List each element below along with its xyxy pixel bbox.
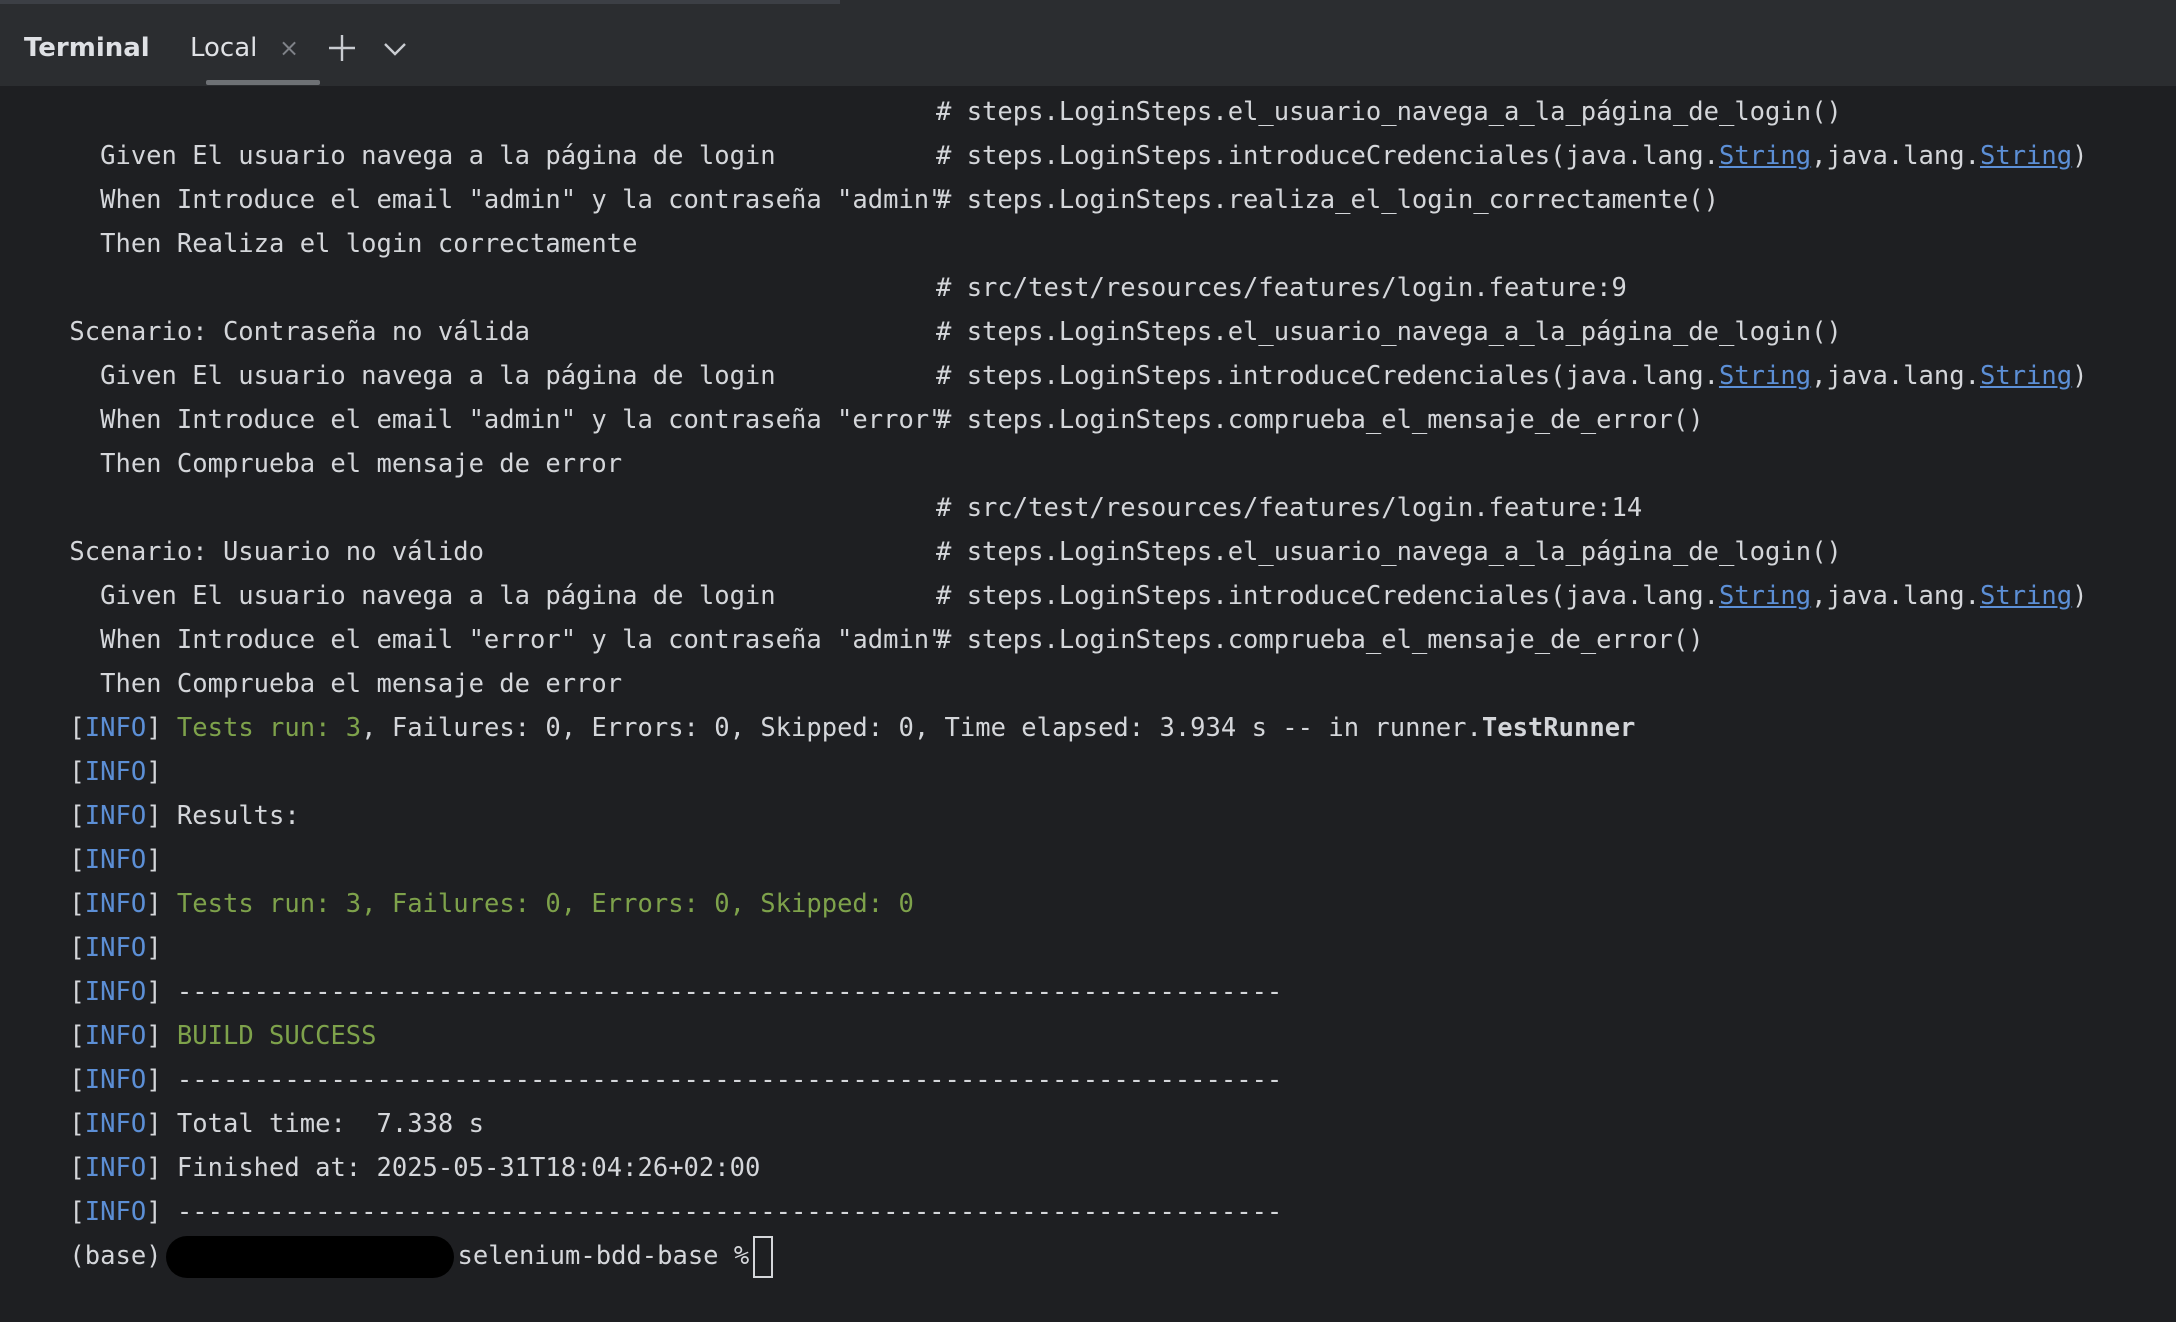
close-icon[interactable]: ×: [274, 30, 304, 66]
step-line: Then Realiza el login correctamente # st…: [8, 178, 1719, 259]
step-reference: # steps.LoginSteps.el_usuario_navega_a_l…: [936, 97, 1842, 127]
string-link[interactable]: String: [1980, 581, 2072, 611]
info-line: [INFO] Tests run: 3, Failures: 0, Errors…: [8, 838, 913, 919]
scenario-reference: # src/test/resources/features/login.feat…: [936, 493, 1643, 523]
editor-scroll-strip: [0, 0, 840, 4]
tab-local-label: Local: [190, 33, 258, 63]
terminal-output[interactable]: Given El usuario navega a la página de l…: [8, 90, 2168, 1278]
panel-title: Terminal: [24, 33, 150, 63]
ref-text: # steps.LoginSteps.introduceCredenciales…: [936, 141, 1719, 171]
info-line: [INFO]: [8, 706, 161, 787]
info-line: [INFO] ---------------------------------…: [8, 926, 1282, 1007]
current-directory: selenium-bdd-base %: [457, 1241, 750, 1271]
step-line: Then Comprueba el mensaje de error # ste…: [8, 398, 1704, 479]
step-reference: # steps.LoginSteps.introduceCredenciales…: [936, 354, 2087, 398]
step-reference: # steps.LoginSteps.el_usuario_navega_a_l…: [936, 537, 1842, 567]
tests-run-label: Tests run: 3: [161, 713, 362, 743]
ref-text: ): [2072, 141, 2088, 171]
info-line: [INFO] Results:: [8, 750, 299, 831]
step-line: Given El usuario navega a la página de l…: [8, 90, 1842, 171]
info-line: [INFO] Total time: 7.338 s: [8, 1058, 484, 1139]
string-link[interactable]: String: [1719, 581, 1811, 611]
info-line: [INFO] Tests run: 3, Failures: 0, Errors…: [8, 662, 1635, 743]
step-line: When Introduce el email "error" y la con…: [8, 574, 2087, 655]
ref-text: ): [2072, 361, 2088, 391]
step-line: Given El usuario navega a la página de l…: [8, 530, 1842, 611]
plus-icon[interactable]: [326, 32, 358, 64]
string-link[interactable]: String: [1719, 361, 1811, 391]
step-reference: # steps.LoginSteps.introduceCredenciales…: [936, 574, 2087, 618]
ref-text: ,java.lang.: [1811, 361, 1980, 391]
info-line: [INFO]: [8, 882, 161, 963]
step-line: Given El usuario navega a la página de l…: [8, 310, 1842, 391]
step-reference: # steps.LoginSteps.comprueba_el_mensaje_…: [936, 625, 1704, 655]
info-line: [INFO] BUILD SUCCESS: [8, 970, 376, 1051]
step-reference: # steps.LoginSteps.realiza_el_login_corr…: [936, 185, 1719, 215]
terminal-tab-bar: Terminal Local ×: [0, 6, 2176, 88]
chevron-down-icon[interactable]: [380, 36, 410, 62]
string-link[interactable]: String: [1980, 141, 2072, 171]
scenario-line: Scenario: Usuario no válido # src/test/r…: [8, 486, 1642, 567]
ref-text: # steps.LoginSteps.introduceCredenciales…: [936, 361, 1719, 391]
conda-env: (base): [69, 1241, 162, 1271]
step-text: Then Comprueba el mensaje de error: [69, 449, 623, 479]
step-line: When Introduce el email "admin" y la con…: [8, 134, 2087, 215]
info-line: [INFO] Finished at: 2025-05-31T18:04:26+…: [8, 1102, 760, 1183]
step-reference: # steps.LoginSteps.el_usuario_navega_a_l…: [936, 317, 1842, 347]
tests-run-details: , Failures: 0, Errors: 0, Skipped: 0, Ti…: [361, 713, 1482, 743]
active-tab-indicator: [206, 80, 320, 85]
string-link[interactable]: String: [1980, 361, 2072, 391]
step-reference: # steps.LoginSteps.introduceCredenciales…: [936, 134, 2087, 178]
text-cursor[interactable]: [753, 1236, 774, 1278]
scenario-reference: # src/test/resources/features/login.feat…: [936, 273, 1627, 303]
ref-text: # steps.LoginSteps.introduceCredenciales…: [936, 581, 1719, 611]
ref-text: ,java.lang.: [1811, 581, 1980, 611]
info-line: [INFO]: [8, 794, 161, 875]
step-line: Then Comprueba el mensaje de error # ste…: [8, 618, 1704, 699]
step-reference: # steps.LoginSteps.comprueba_el_mensaje_…: [936, 405, 1704, 435]
string-link[interactable]: String: [1719, 141, 1811, 171]
tests-summary: Tests run: 3, Failures: 0, Errors: 0, Sk…: [161, 889, 914, 919]
results-label: Results:: [161, 801, 300, 831]
step-line: When Introduce el email "admin" y la con…: [8, 354, 2087, 435]
redacted-username: [165, 1236, 454, 1278]
runner-class: TestRunner: [1481, 713, 1636, 743]
scenario-line: Scenario: Contraseña no válida # src/tes…: [8, 266, 1626, 347]
shell-prompt[interactable]: (base) selenium-bdd-base %: [8, 1190, 774, 1278]
step-text: Then Realiza el login correctamente: [69, 229, 638, 259]
ref-text: ,java.lang.: [1811, 141, 1980, 171]
info-line: [INFO] ---------------------------------…: [8, 1014, 1282, 1095]
info-line: [INFO] ---------------------------------…: [8, 1146, 1282, 1227]
ref-text: ): [2072, 581, 2088, 611]
